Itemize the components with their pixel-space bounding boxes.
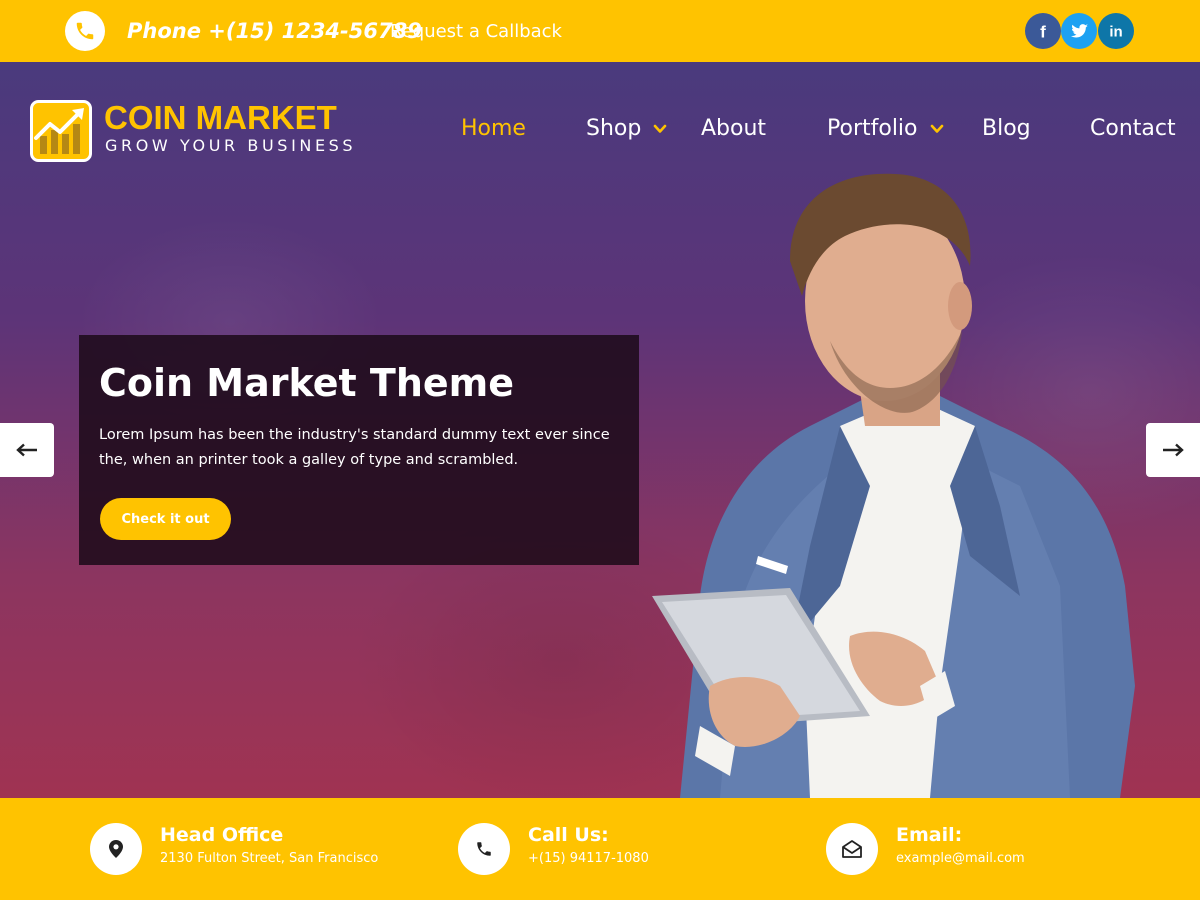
top-bar: Phone +(15) 1234-56789 Request a Callbac…	[0, 0, 1200, 62]
request-callback-link[interactable]: Request a Callback	[390, 19, 562, 45]
info-value: 2130 Fulton Street, San Francisco	[160, 851, 379, 866]
facebook-button[interactable]: f	[1025, 13, 1061, 49]
nav-item-label: Home	[461, 116, 526, 141]
phone-badge	[65, 11, 105, 51]
info-title: Email:	[896, 824, 963, 846]
slider-prev-button[interactable]	[0, 423, 54, 477]
facebook-glyph: f	[1040, 23, 1046, 42]
logo-chart-icon[interactable]	[30, 100, 92, 162]
info-icon-badge	[90, 823, 142, 875]
slide-caption: Coin Market Theme Lorem Ipsum has been t…	[79, 335, 639, 565]
hero-man-with-tablet-image	[652, 173, 1135, 798]
linkedin-glyph: in	[1109, 24, 1122, 41]
nav-item-home[interactable]: Home	[461, 112, 526, 146]
hero-slider: COIN MARKET GROW YOUR BUSINESS Home Shop…	[0, 62, 1200, 798]
slide-title: Coin Market Theme	[99, 361, 515, 405]
info-title: Call Us:	[528, 824, 609, 846]
linkedin-button[interactable]: in	[1098, 13, 1134, 49]
info-value[interactable]: +(15) 94117-1080	[528, 850, 649, 868]
slide-description: Lorem Ipsum has been the industry's stan…	[99, 427, 610, 468]
slider-next-button[interactable]	[1146, 423, 1200, 477]
nav-item-label: Shop	[586, 116, 642, 141]
envelope-icon	[842, 840, 862, 858]
phone-icon	[76, 22, 94, 40]
facebook-icon: f	[1025, 13, 1061, 49]
brand-title[interactable]: COIN MARKET	[104, 98, 337, 138]
info-icon-badge	[826, 823, 878, 875]
phone-number[interactable]: Phone +(15) 1234-56789	[127, 17, 422, 45]
phone-icon	[477, 842, 491, 856]
linkedin-icon: in	[1098, 13, 1134, 49]
twitter-button[interactable]	[1061, 13, 1097, 49]
arrow-left-icon	[16, 443, 37, 457]
contact-info-bar: Head Office 2130 Fulton Street, San Fran…	[0, 798, 1200, 900]
info-icon-badge	[458, 823, 510, 875]
brand-tagline: GROW YOUR BUSINESS	[105, 136, 357, 155]
map-pin-icon	[109, 840, 123, 858]
info-value[interactable]: example@mail.com	[896, 850, 1025, 868]
info-title: Head Office	[160, 824, 284, 846]
arrow-right-icon	[1163, 443, 1184, 457]
check-it-out-button[interactable]: Check it out	[100, 498, 231, 540]
twitter-icon	[1061, 13, 1097, 49]
